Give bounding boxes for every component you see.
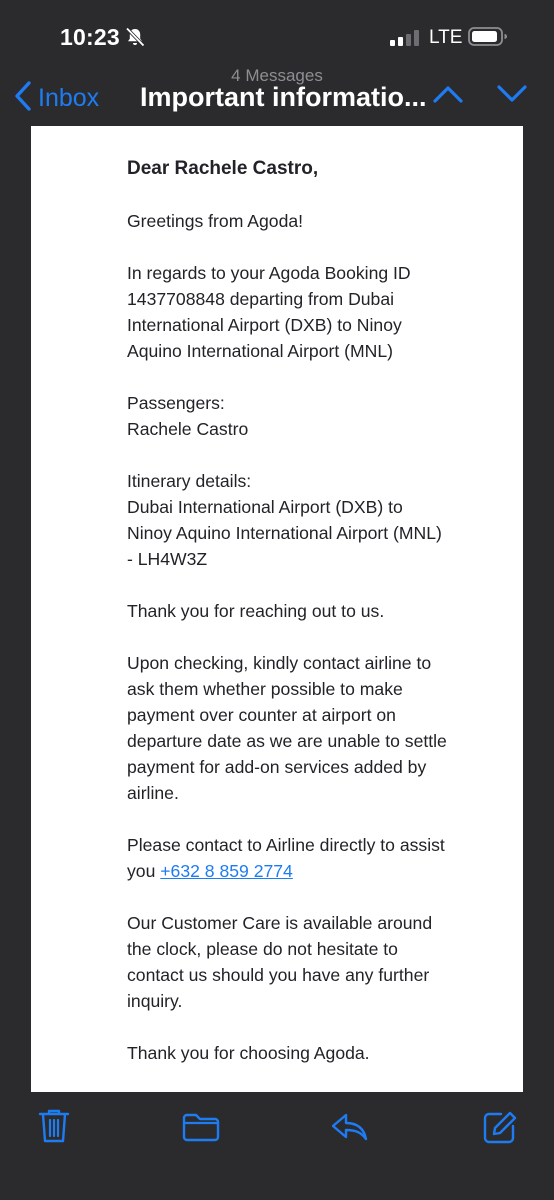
email-body: Dear Rachele Castro, Greetings from Agod… — [127, 156, 447, 1092]
email-paragraph: In regards to your Agoda Booking ID 1437… — [127, 263, 411, 361]
back-button-label: Inbox — [38, 84, 100, 112]
email-greeting: Dear Rachele Castro, — [127, 158, 319, 179]
email-paragraph: Itinerary details: Dubai International A… — [127, 471, 442, 569]
reply-icon[interactable] — [330, 1112, 370, 1147]
bottom-toolbar — [0, 1092, 554, 1200]
cellular-signal-icon — [390, 30, 422, 51]
email-paragraph: Upon checking, kindly contact airline to… — [127, 653, 447, 803]
mail-nav-bar: 4 Messages Inbox Important informatio... — [0, 62, 554, 126]
chevron-left-icon — [14, 80, 32, 117]
battery-icon — [468, 26, 508, 53]
status-time: 10:23 — [60, 24, 120, 50]
email-paragraph: Thank you for reaching out to us. — [127, 601, 385, 621]
email-paragraph: Our Customer Care is available around th… — [127, 913, 433, 1011]
compose-icon[interactable] — [482, 1110, 518, 1149]
next-message-button[interactable] — [496, 84, 528, 109]
email-paragraph: Thank you for choosing Agoda. — [127, 1043, 370, 1063]
folder-icon[interactable] — [182, 1112, 220, 1147]
email-content: Dear Rachele Castro, Greetings from Agod… — [31, 126, 523, 1092]
status-bar: 10:23 LTE — [0, 0, 554, 62]
phone-link[interactable]: +632 8 859 2774 — [160, 861, 293, 881]
network-type: LTE — [429, 27, 463, 48]
email-paragraph: Passengers: Rachele Castro — [127, 393, 249, 439]
bell-muted-icon — [124, 26, 146, 53]
email-paragraph: Greetings from Agoda! — [127, 211, 304, 231]
back-to-inbox-button[interactable]: Inbox — [14, 80, 99, 117]
previous-message-button[interactable] — [432, 84, 464, 109]
email-subject: Important informatio... — [140, 82, 427, 112]
trash-icon[interactable] — [38, 1108, 70, 1149]
contact-paragraph: Please contact to Airline directly to as… — [127, 832, 447, 884]
